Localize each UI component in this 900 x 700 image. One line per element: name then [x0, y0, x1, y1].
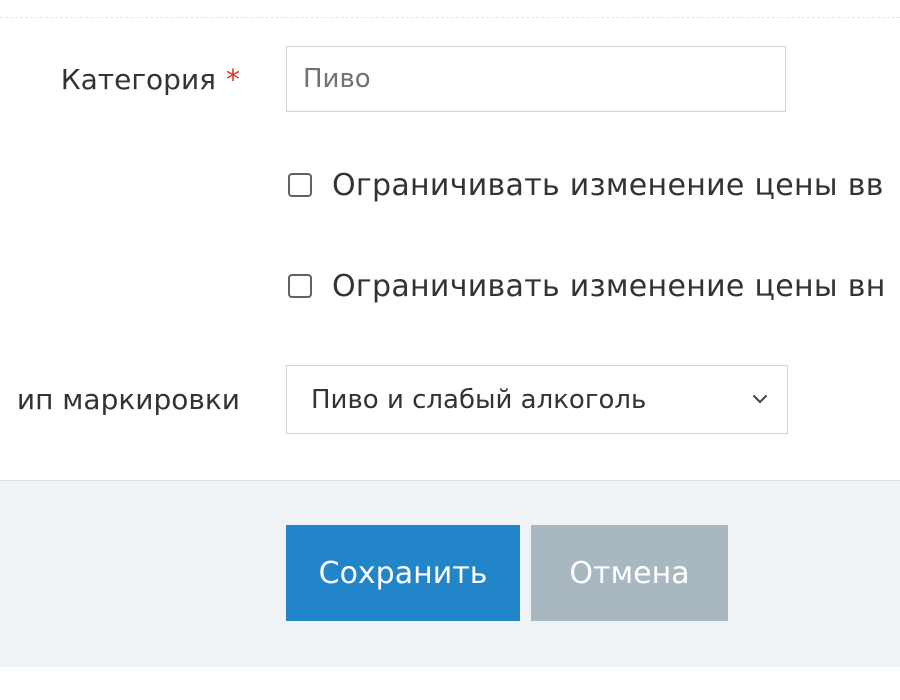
category-label: Категория * [61, 66, 240, 94]
checkbox-limit-price-1[interactable] [288, 173, 312, 197]
checkbox-label-limit-price-2: Ограничивать изменение цены вн [332, 268, 886, 304]
chevron-down-icon [753, 395, 767, 403]
checkbox-row-limit-price-1[interactable]: Ограничивать изменение цены вв [288, 165, 884, 205]
marking-type-selected-value: Пиво и слабый алкоголь [311, 384, 647, 415]
cancel-button[interactable]: Отмена [531, 525, 728, 621]
form-footer: Сохранить Отмена [0, 480, 900, 667]
marking-type-label: ип маркировки [16, 383, 240, 416]
category-label-text: Категория [60, 63, 216, 96]
product-form-page: Категория * Ограничивать изменение цены в… [0, 0, 900, 700]
required-asterisk: * [226, 63, 240, 96]
top-divider [0, 17, 900, 18]
checkbox-row-limit-price-2[interactable]: Ограничивать изменение цены вн [288, 266, 886, 306]
checkbox-label-limit-price-1: Ограничивать изменение цены вв [332, 167, 884, 203]
save-button[interactable]: Сохранить [286, 525, 520, 621]
category-input[interactable] [286, 46, 786, 112]
checkbox-limit-price-2[interactable] [288, 274, 312, 298]
marking-type-select[interactable]: Пиво и слабый алкоголь [286, 365, 788, 434]
